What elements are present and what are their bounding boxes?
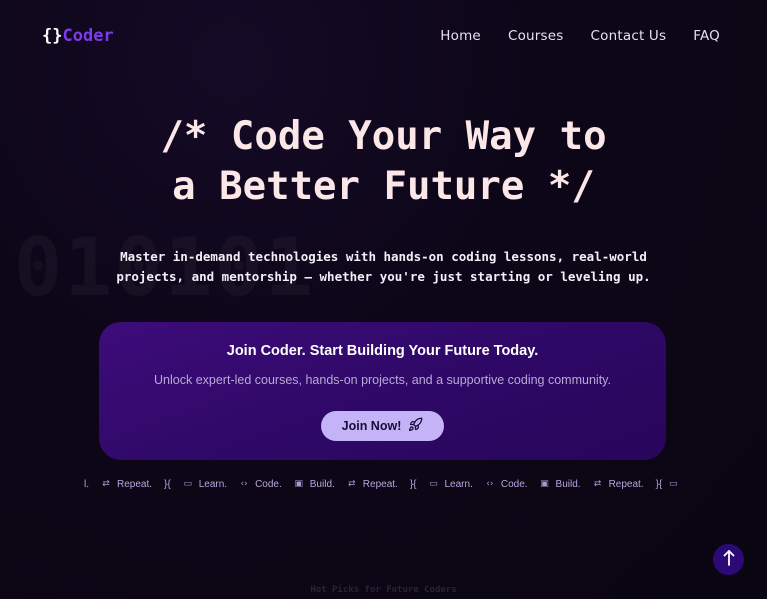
section-heading-hint: Hot Picks for Future Coders	[310, 585, 457, 595]
folder-icon: ▣	[540, 479, 549, 489]
ticker-item: ▣ Build.	[540, 478, 581, 490]
ticker-item: ⇄ Repeat.	[348, 478, 398, 490]
folder-icon: ▣	[294, 479, 304, 489]
laptop-icon: ▭	[429, 479, 438, 489]
nav-link-faq[interactable]: FAQ	[693, 28, 720, 44]
hero-subtitle-line-1: Master in-demand technologies with hands…	[120, 249, 647, 264]
nav-links: Home Courses Contact Us FAQ	[440, 28, 720, 44]
scroll-to-top-button[interactable]	[713, 544, 744, 575]
hero-title: /* Code Your Way to a Better Future */	[0, 112, 767, 212]
join-now-button[interactable]: Join Now!	[321, 411, 444, 441]
ticker-item: ‹› Code.	[240, 478, 282, 490]
ticker-item: ▣ Build.	[294, 478, 335, 490]
nav-link-courses[interactable]: Courses	[508, 28, 564, 44]
ticker-item: }{▭	[655, 478, 678, 490]
hero-subtitle-line-2: projects, and mentorship — whether you'r…	[116, 269, 651, 284]
hero-title-line-2: a Better Future */	[172, 164, 595, 209]
code-icon: ‹›	[486, 479, 494, 489]
laptop-icon: ▭	[183, 479, 192, 489]
logo-text: Coder	[62, 26, 114, 46]
ticker-item: ▭ Learn.	[183, 478, 228, 490]
ticker-lead: l.	[84, 478, 89, 490]
nav-link-home[interactable]: Home	[440, 28, 481, 44]
join-cta-card: Join Coder. Start Building Your Future T…	[99, 322, 666, 460]
code-icon: ‹›	[240, 479, 248, 489]
hero-title-line-1: /* Code Your Way to	[160, 114, 607, 159]
ticker-item: ▭ Learn.	[429, 478, 473, 490]
nav-link-contact-us[interactable]: Contact Us	[591, 28, 667, 44]
hero-subtitle: Master in-demand technologies with hands…	[0, 247, 767, 287]
ticker-item: }{	[164, 478, 171, 490]
laptop-icon: ▭	[669, 479, 678, 489]
ticker-item: ‹› Code.	[486, 478, 528, 490]
cta-description: Unlock expert-led courses, hands-on proj…	[154, 373, 611, 387]
rocket-icon	[408, 417, 423, 435]
logo-braces: {}	[42, 26, 63, 46]
ticker-item: ⇄ Repeat.	[102, 478, 153, 490]
arrow-up-icon	[723, 550, 735, 569]
logo[interactable]: {} Coder	[42, 26, 114, 46]
join-now-label: Join Now!	[341, 419, 402, 433]
top-navbar: {} Coder Home Courses Contact Us FAQ	[0, 0, 767, 72]
repeat-icon: ⇄	[102, 479, 110, 489]
repeat-icon: ⇄	[593, 479, 602, 489]
ticker-item: ⇄ Repeat.	[593, 478, 644, 490]
ticker-item: }{	[409, 478, 417, 490]
marquee-ticker: l. ⇄ Repeat. }{ ▭ Learn. ‹› Code. ▣ Build. ⇄…	[84, 477, 684, 491]
cta-title: Join Coder. Start Building Your Future T…	[226, 343, 539, 359]
repeat-icon: ⇄	[348, 479, 356, 489]
